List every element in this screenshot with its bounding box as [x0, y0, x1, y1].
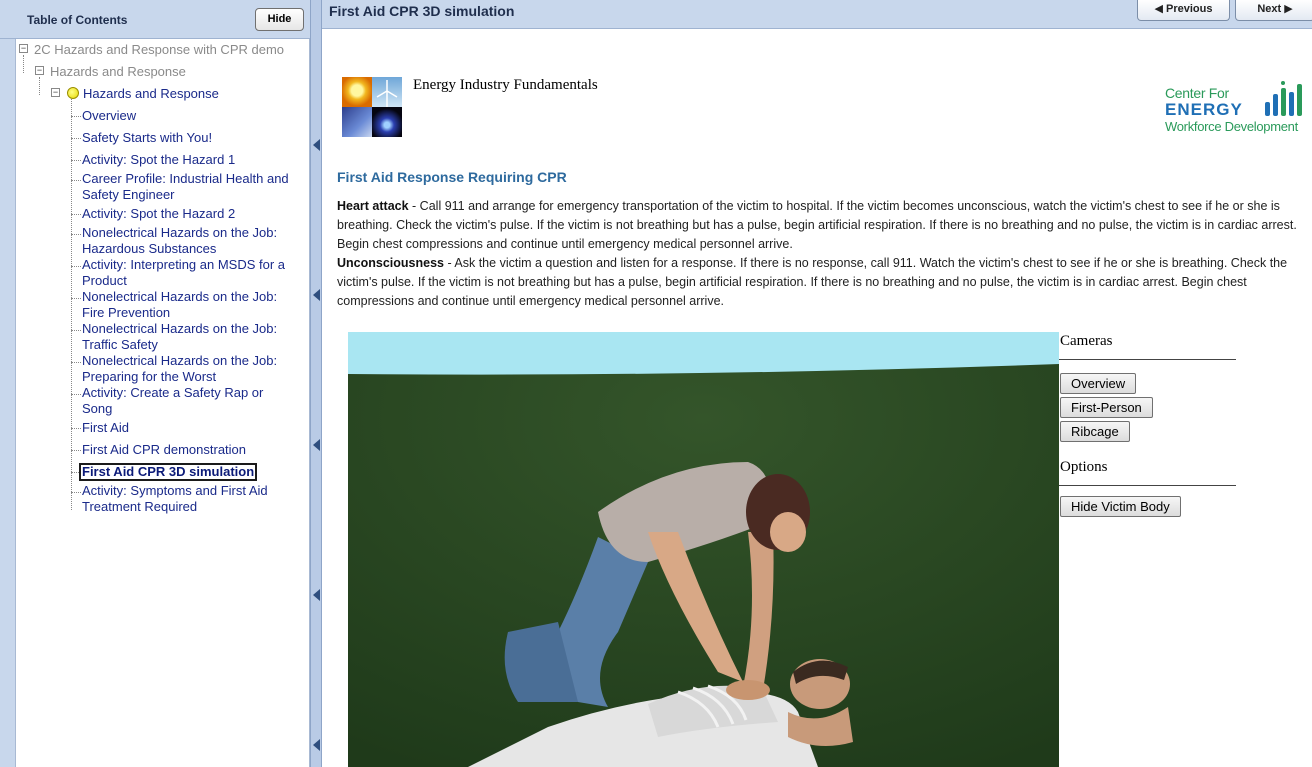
toc-item[interactable]: Overview — [82, 108, 136, 124]
toc-item[interactable]: Safety Starts with You! — [82, 130, 212, 146]
toc-item[interactable]: Nonelectrical Hazards on the Job: Prepar… — [82, 353, 297, 385]
pane-splitter[interactable] — [310, 0, 322, 767]
course-banner-image — [342, 77, 402, 137]
windmill-photo — [372, 77, 402, 107]
expander-minus-icon[interactable]: − — [19, 44, 28, 53]
next-button[interactable]: Next ▶ — [1235, 0, 1312, 21]
logo-line2: ENERGY — [1165, 100, 1243, 119]
logo-line1: Center For — [1165, 85, 1229, 101]
toc-item-current[interactable]: First Aid CPR 3D simulation — [79, 463, 258, 481]
tree-line — [71, 394, 81, 395]
toc-item[interactable]: Nonelectrical Hazards on the Job: Fire P… — [82, 289, 297, 321]
bulb-photo — [342, 77, 372, 107]
expander-minus-icon[interactable]: − — [51, 88, 60, 97]
collapse-arrow-icon[interactable] — [313, 739, 320, 751]
toc-item[interactable]: Activity: Spot the Hazard 2 — [82, 206, 235, 222]
rescuer-hands — [726, 680, 770, 700]
tree-line — [71, 116, 81, 117]
camera-ribcage-button[interactable]: Ribcage — [1060, 421, 1130, 442]
collapse-arrow-icon[interactable] — [313, 289, 320, 301]
unconsciousness-text: - Ask the victim a question and listen f… — [337, 256, 1288, 308]
tree-line — [71, 160, 81, 161]
tree-line — [71, 180, 81, 181]
rescuer-face — [770, 512, 806, 552]
flame-photo — [372, 107, 402, 137]
previous-button[interactable]: ◀ Previous — [1137, 0, 1230, 21]
toc-item[interactable]: Activity: Interpreting an MSDS for a Pro… — [82, 257, 302, 289]
toc-item[interactable]: Activity: Symptoms and First Aid Treatme… — [82, 483, 297, 515]
toc-tree: − − − 2C Hazards and Response with CPR d… — [15, 39, 310, 767]
collapse-arrow-icon[interactable] — [313, 439, 320, 451]
sidebar-header: Table of Contents Hide — [0, 0, 312, 39]
tree-line — [71, 330, 81, 331]
expander-minus-icon[interactable]: − — [35, 66, 44, 75]
course-title: Energy Industry Fundamentals — [413, 77, 598, 93]
heart-attack-paragraph: Heart attack - Call 911 and arrange for … — [337, 197, 1312, 254]
heart-attack-term: Heart attack — [337, 199, 409, 213]
cpr-scene — [348, 332, 1059, 767]
toc-item-course[interactable]: 2C Hazards and Response with CPR demo — [34, 42, 284, 58]
tree-line — [71, 450, 81, 451]
tree-line — [39, 77, 40, 95]
tree-line — [71, 362, 81, 363]
logo-bars-icon — [1265, 81, 1302, 116]
body-text: Heart attack - Call 911 and arrange for … — [337, 197, 1312, 311]
tree-line — [71, 138, 81, 139]
hide-toc-button[interactable]: Hide — [255, 8, 304, 31]
toc-item-module[interactable]: Hazards and Response — [50, 64, 186, 80]
camera-overview-button[interactable]: Overview — [1060, 373, 1137, 394]
tree-line — [71, 298, 81, 299]
content-pane: Energy Industry Fundamentals Center For … — [322, 30, 1312, 767]
sidebar-strip — [0, 39, 15, 767]
bulb-icon — [67, 87, 79, 99]
toc-item[interactable]: Activity: Spot the Hazard 1 — [82, 152, 235, 168]
sidebar: Table of Contents Hide − − − 2C Hazards … — [0, 0, 312, 767]
toc-item[interactable]: First Aid — [82, 420, 129, 436]
toc-item[interactable]: Activity: Create a Safety Rap or Song — [82, 385, 282, 417]
page-header: First Aid CPR 3D simulation ◀ Previous N… — [322, 0, 1312, 29]
logo-line3: Workforce Development — [1165, 119, 1298, 134]
collapse-arrow-icon[interactable] — [313, 589, 320, 601]
camera-first-person-button[interactable]: First-Person — [1060, 397, 1153, 418]
tree-line — [71, 492, 81, 493]
heart-attack-text: - Call 911 and arrange for emergency tra… — [337, 199, 1297, 251]
cewd-logo: Center For ENERGY Workforce Development — [1165, 80, 1305, 138]
unconsciousness-paragraph: Unconsciousness - Ask the victim a quest… — [337, 254, 1312, 311]
tree-line — [71, 234, 81, 235]
tree-line — [71, 266, 81, 267]
options-heading: Options — [1059, 458, 1236, 486]
toc-item[interactable]: Nonelectrical Hazards on the Job: Traffi… — [82, 321, 297, 353]
hide-victim-body-button[interactable]: Hide Victim Body — [1060, 496, 1181, 517]
toc-title: Table of Contents — [27, 13, 128, 27]
toc-item-lesson[interactable]: Hazards and Response — [83, 86, 219, 102]
page-title: First Aid CPR 3D simulation — [329, 3, 515, 19]
section-heading: First Aid Response Requiring CPR — [337, 169, 567, 185]
cameras-heading: Cameras — [1059, 332, 1236, 360]
tree-line — [71, 428, 81, 429]
toc-item[interactable]: Nonelectrical Hazards on the Job: Hazard… — [82, 225, 297, 257]
hand-photo — [342, 107, 372, 137]
simulation-controls: Cameras Overview First-Person Ribcage Op… — [1059, 332, 1239, 517]
unconsciousness-term: Unconsciousness — [337, 256, 444, 270]
tree-line — [23, 55, 24, 73]
toc-item[interactable]: Career Profile: Industrial Health and Sa… — [82, 171, 302, 203]
tree-line — [71, 214, 81, 215]
toc-item[interactable]: First Aid CPR demonstration — [82, 442, 246, 458]
collapse-arrow-icon[interactable] — [313, 139, 320, 151]
simulation-viewport[interactable] — [348, 332, 1059, 767]
